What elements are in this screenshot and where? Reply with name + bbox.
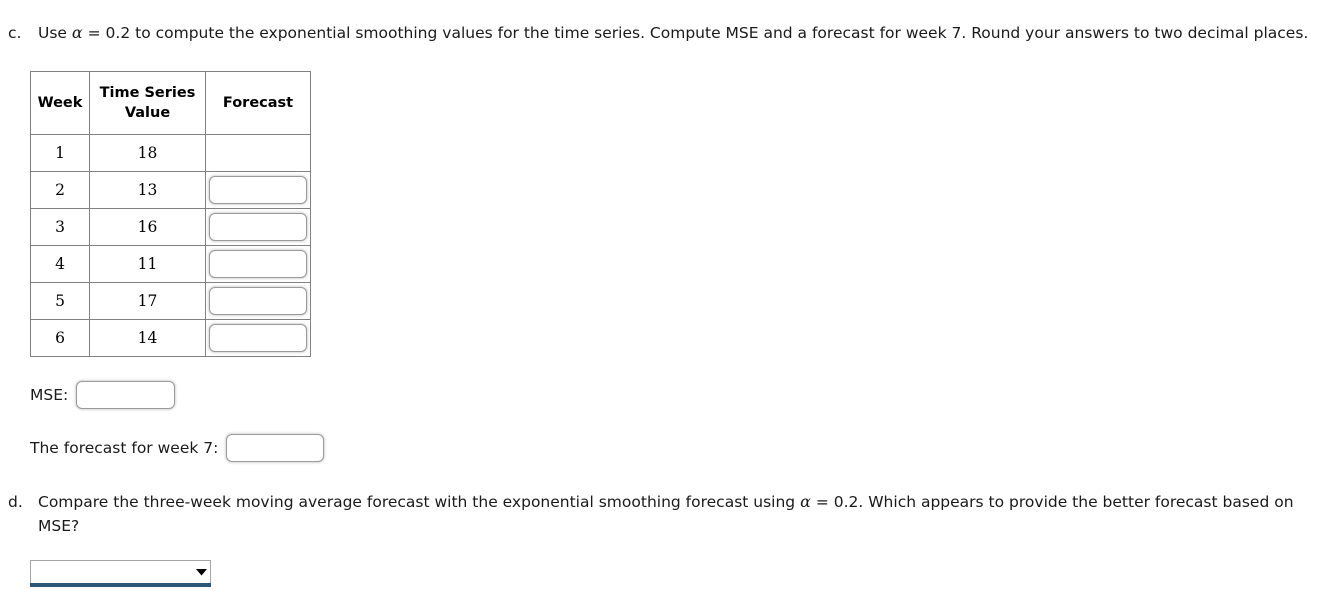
dropdown-underline [30,583,211,587]
question-d: d. Compare the three-week moving average… [8,490,1320,538]
table-row: 4 11 [30,245,311,283]
table-row: 5 17 [30,282,311,320]
question-c-text-part2: = 0.2 to compute the exponential smoothi… [82,24,1309,42]
column-header-value-line1: Time Series [99,85,196,101]
mse-input[interactable] [76,381,176,409]
table-header-row: Week Time Series Value Forecast [30,71,311,135]
mse-field-group: MSE: [30,381,176,409]
forecast-input-week-4[interactable] [209,250,307,278]
table-row: 1 18 [30,134,311,172]
cell-time-series-value: 18 [89,134,206,172]
cell-week: 1 [30,134,90,172]
forecast-input-week-2[interactable] [209,176,307,204]
cell-forecast-empty [205,134,311,172]
question-d-marker: d. [8,493,23,511]
question-c-text-part1: Use [38,24,72,42]
question-c: c. Use α = 0.2 to compute the exponentia… [8,21,1320,45]
table-row: 6 14 [30,319,311,357]
question-c-marker: c. [8,24,22,42]
answer-dropdown[interactable] [30,560,211,583]
question-d-text-part1: Compare the three-week moving average fo… [38,493,801,511]
cell-week: 3 [30,208,90,246]
cell-time-series-value: 16 [89,208,206,246]
cell-week: 5 [30,282,90,320]
chevron-down-icon [192,561,210,583]
cell-forecast [205,171,311,209]
week7-forecast-input[interactable] [226,434,325,462]
table-row: 2 13 [30,171,311,209]
cell-time-series-value: 14 [89,319,206,357]
time-series-table: Week Time Series Value Forecast 1 18 2 1… [30,71,311,357]
alpha-symbol: α [71,23,83,42]
column-header-week: Week [30,71,90,135]
cell-time-series-value: 17 [89,282,206,320]
cell-forecast [205,245,311,283]
cell-week: 2 [30,171,90,209]
table-row: 3 16 [30,208,311,246]
cell-forecast [205,319,311,357]
mse-label: MSE: [30,386,69,404]
alpha-symbol: α [800,492,811,511]
column-header-value-line2: Value [124,105,171,121]
cell-forecast [205,208,311,246]
forecast-input-week-5[interactable] [209,287,307,315]
question-d-text: Compare the three-week moving average fo… [8,490,1320,538]
question-c-text: Use α = 0.2 to compute the exponential s… [8,21,1320,45]
cell-time-series-value: 11 [89,245,206,283]
forecast-input-week-6[interactable] [209,324,307,352]
cell-time-series-value: 13 [89,171,206,209]
cell-week: 4 [30,245,90,283]
answer-dropdown-group [30,560,211,587]
column-header-time-series-value: Time Series Value [89,71,206,135]
column-header-forecast: Forecast [205,71,311,135]
forecast-input-week-3[interactable] [209,213,307,241]
cell-week: 6 [30,319,90,357]
week7-field-group: The forecast for week 7: [30,434,325,462]
cell-forecast [205,282,311,320]
week7-label: The forecast for week 7: [30,439,219,457]
